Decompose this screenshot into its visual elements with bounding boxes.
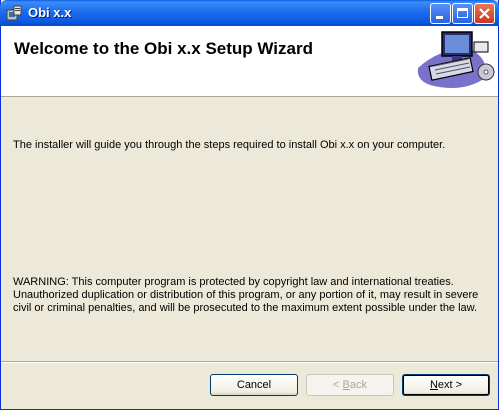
intro-text: The installer will guide you through the… xyxy=(13,139,446,151)
back-button-mnemonic: B xyxy=(342,379,350,391)
minimize-icon xyxy=(436,16,443,19)
title-bar[interactable]: Obi x.x xyxy=(0,0,499,26)
copyright-warning: WARNING: This computer program is protec… xyxy=(13,276,479,314)
close-button[interactable] xyxy=(474,3,495,24)
maximize-button[interactable] xyxy=(452,3,473,24)
footer-separator-highlight xyxy=(1,362,498,363)
maximize-icon xyxy=(457,8,468,18)
back-button-label: ack xyxy=(349,379,367,391)
next-button[interactable]: Next > xyxy=(402,374,490,396)
window-title: Obi x.x xyxy=(28,5,72,20)
computer-setup-icon xyxy=(417,31,495,88)
back-button[interactable]: < Back xyxy=(306,374,394,396)
close-icon xyxy=(479,8,490,19)
cancel-button[interactable]: Cancel xyxy=(210,374,298,396)
wizard-banner: Welcome to the Obi x.x Setup Wizard xyxy=(1,26,498,97)
back-button-prefix: < xyxy=(333,379,343,391)
next-button-label: ext > xyxy=(437,379,463,391)
minimize-button[interactable] xyxy=(430,3,451,24)
next-button-mnemonic: N xyxy=(429,379,438,391)
installer-app-icon xyxy=(6,5,22,21)
wizard-title: Welcome to the Obi x.x Setup Wizard xyxy=(14,39,313,58)
setup-wizard-window: Obi x.x Welcome to the Obi x.x Setup Wiz… xyxy=(0,0,499,410)
